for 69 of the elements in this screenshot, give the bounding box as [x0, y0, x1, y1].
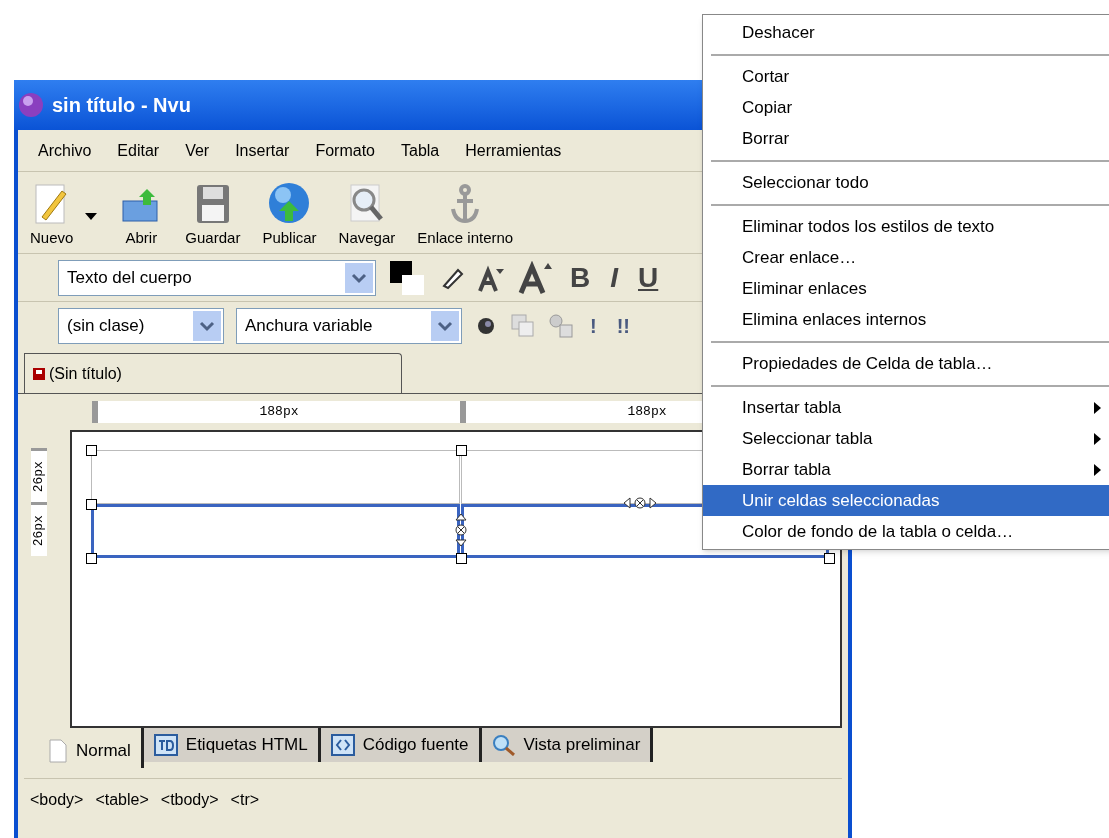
resize-handle[interactable]	[85, 499, 97, 510]
resize-handle[interactable]	[455, 553, 467, 564]
menu-item[interactable]: Tabla	[401, 138, 440, 163]
dropdown-arrow-icon[interactable]	[85, 213, 98, 221]
row-ruler-cell: 26px	[31, 502, 47, 556]
toolbar-button[interactable]: Navegar	[338, 182, 396, 249]
window-title: sin título - Nvu	[52, 93, 191, 118]
code-brackets-icon	[330, 734, 355, 756]
menu-item[interactable]: Seleccionar todo	[703, 167, 1109, 198]
toolbar-button[interactable]: Publicar	[262, 180, 317, 249]
toolbar-button[interactable]: Enlace interno	[417, 182, 514, 249]
column-resize-icon[interactable]	[621, 496, 658, 510]
menu-item[interactable]: Color de fondo de la tabla o celda…	[703, 516, 1109, 547]
magnifier-icon	[491, 734, 516, 756]
dropdown-field[interactable]: (sin clase)	[58, 308, 224, 344]
italic-button[interactable]: I	[606, 256, 622, 299]
underline-button[interactable]: U	[634, 256, 663, 299]
toolbar-button[interactable]: Guardar	[185, 182, 241, 249]
menu-item[interactable]: Copiar	[703, 92, 1109, 123]
menu-item[interactable]: Unir celdas seleccionadas	[703, 485, 1109, 516]
breadcrumb-tag[interactable]: <tbody>	[160, 787, 219, 812]
row-resize-icon[interactable]	[453, 512, 468, 548]
view-tab[interactable]: Vista preliminar	[481, 728, 654, 762]
menu-item[interactable]: Seleccionar tabla	[703, 423, 1109, 454]
menu-item[interactable]: Herramientas	[465, 138, 562, 163]
document-modified-icon	[33, 367, 45, 380]
toolbar-button[interactable]: Nuevo	[30, 182, 74, 249]
submenu-arrow-icon	[1094, 463, 1101, 476]
chevron-down-icon	[345, 262, 373, 293]
toolbar-button[interactable]: !!	[612, 311, 634, 341]
menu-item[interactable]: Elimina enlaces internos	[703, 304, 1109, 335]
menu-item[interactable]: Insertar	[235, 138, 290, 163]
menu-item[interactable]: Eliminar todos los estilos de texto	[703, 211, 1109, 242]
page-icon	[48, 739, 68, 763]
breadcrumb-tag[interactable]: <tr>	[230, 787, 260, 812]
menu-item[interactable]: Cortar	[703, 61, 1109, 92]
dropdown-field[interactable]: Texto del cuerpo	[58, 259, 376, 296]
menu-item[interactable]: Borrar	[703, 123, 1109, 154]
menu-item[interactable]: Ver	[185, 138, 210, 163]
menu-item[interactable]: Eliminar enlaces	[703, 273, 1109, 304]
column-ruler-cell: 188px	[92, 401, 460, 423]
submenu-arrow-icon	[1094, 401, 1101, 414]
row-ruler-cell: 26px	[31, 448, 47, 502]
resize-handle[interactable]	[85, 553, 97, 564]
toolbar-button[interactable]: Abrir	[119, 184, 164, 249]
menu-item[interactable]: Crear enlace…	[703, 242, 1109, 273]
menu-item[interactable]: Archivo	[38, 138, 92, 163]
td-tag-icon	[153, 734, 178, 756]
menu-item[interactable]: Borrar tabla	[703, 454, 1109, 485]
menu-item[interactable]: Formato	[315, 138, 375, 163]
larger-text-icon[interactable]	[518, 260, 554, 295]
dropdown-field[interactable]: Anchura variable	[236, 308, 462, 344]
menu-item[interactable]: Propiedades de Celda de tabla…	[703, 348, 1109, 379]
resize-handle[interactable]	[455, 445, 467, 456]
view-tab[interactable]: Código fuente	[320, 728, 482, 762]
view-tab[interactable]: Etiquetas HTML	[143, 728, 321, 762]
menu-item[interactable]: Deshacer	[703, 17, 1109, 48]
breadcrumb-tag[interactable]: <body>	[30, 787, 84, 812]
submenu-arrow-icon	[1094, 432, 1101, 445]
toolbar-button[interactable]: !	[586, 311, 601, 341]
bold-button[interactable]: B	[566, 256, 595, 299]
document-tab[interactable]: (Sin título)	[24, 353, 402, 393]
breadcrumb-tag[interactable]: <table>	[95, 787, 149, 812]
resize-handle[interactable]	[85, 445, 97, 456]
chevron-down-icon	[193, 311, 221, 341]
chevron-down-icon	[431, 311, 459, 341]
resize-handle[interactable]	[823, 553, 835, 564]
menu-item[interactable]: Editar	[117, 138, 160, 163]
app-logo-icon	[18, 92, 44, 118]
